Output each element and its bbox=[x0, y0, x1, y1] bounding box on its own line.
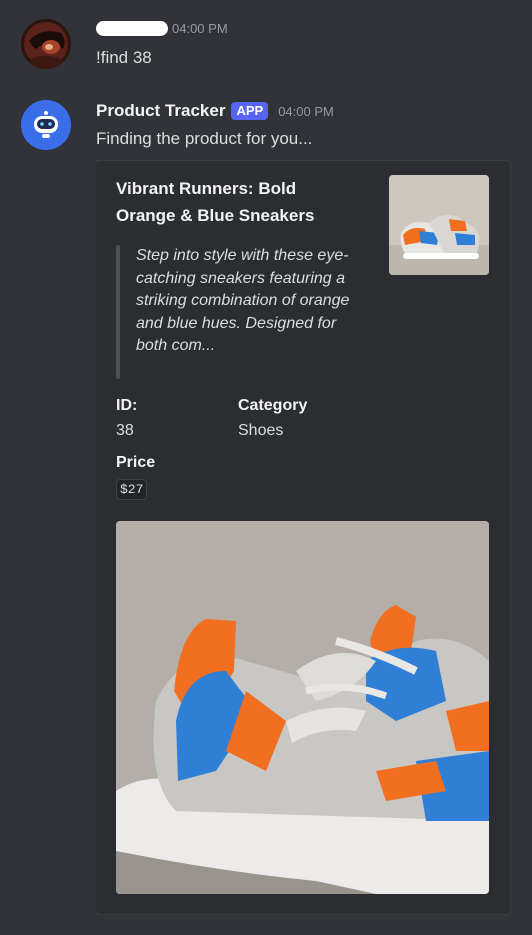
description-quote-bar bbox=[116, 245, 120, 379]
robot-icon bbox=[21, 100, 71, 150]
bot-message-timestamp: 04:00 PM bbox=[278, 103, 334, 119]
bot-name[interactable]: Product Tracker bbox=[96, 101, 225, 121]
field-category-value: Shoes bbox=[238, 422, 284, 439]
embed-title: Vibrant Runners: Bold Orange & Blue Snea… bbox=[116, 179, 315, 225]
embed-description: Step into style with these eye-catching … bbox=[136, 247, 350, 355]
user-message-timestamp: 04:00 PM bbox=[172, 21, 228, 36]
user-avatar[interactable] bbox=[21, 19, 71, 69]
product-image[interactable] bbox=[116, 521, 489, 894]
bot-avatar[interactable] bbox=[21, 100, 71, 150]
product-embed: Vibrant Runners: Bold Orange & Blue Snea… bbox=[96, 160, 511, 915]
redacted-username[interactable] bbox=[96, 21, 168, 36]
user-message-header: 04:00 PM bbox=[96, 21, 228, 36]
field-price-value: $27 bbox=[116, 479, 148, 500]
bot-message-header: Product Tracker APP 04:00 PM bbox=[96, 101, 334, 121]
product-thumbnail[interactable] bbox=[389, 175, 489, 275]
field-price-name: Price bbox=[116, 454, 156, 471]
user-message-text: !find 38 bbox=[96, 48, 152, 67]
app-badge: APP bbox=[231, 102, 269, 120]
bot-message-text: Finding the product for you... bbox=[96, 129, 313, 148]
field-category-name: Category bbox=[238, 397, 308, 414]
field-id-value: 38 bbox=[116, 422, 134, 439]
field-id-name: ID: bbox=[116, 397, 138, 414]
